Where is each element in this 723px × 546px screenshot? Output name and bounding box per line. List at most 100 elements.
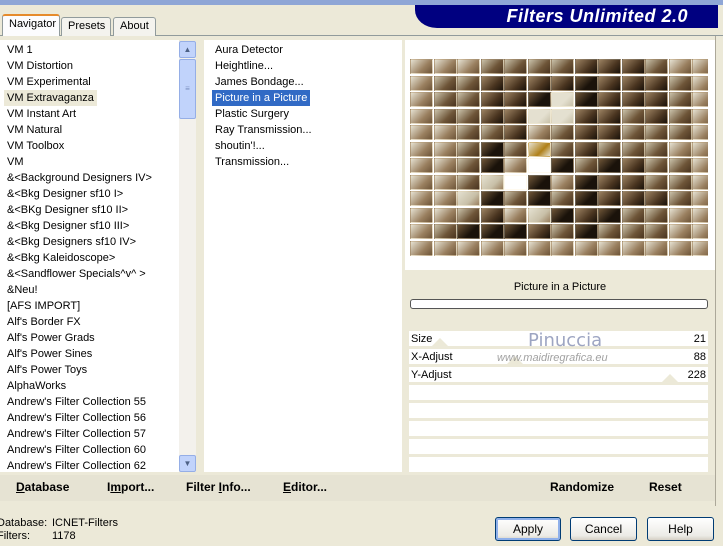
filter-item[interactable]: Aura Detector (212, 42, 286, 58)
filter-item[interactable]: Heightline... (212, 58, 276, 74)
preview-tile (480, 224, 504, 239)
preview-tile (645, 125, 668, 140)
slider-thumb[interactable] (662, 374, 679, 382)
preview-tile (621, 108, 645, 124)
preview-tile (410, 92, 433, 107)
tab-presets[interactable]: Presets (61, 17, 111, 36)
category-item[interactable]: Alf's Border FX (4, 314, 84, 330)
category-item[interactable]: Alf's Power Toys (4, 362, 90, 378)
scroll-down-icon[interactable]: ▼ (179, 455, 196, 472)
category-item[interactable]: &<Background Designers IV> (4, 170, 155, 186)
preview-tile (621, 224, 645, 239)
filters-count-value: 1178 (52, 530, 76, 542)
category-item[interactable]: &<Bkg Designer sf10 III> (4, 218, 132, 234)
slider-value: 228 (687, 369, 706, 381)
preview-tile (504, 59, 527, 74)
randomize-button[interactable]: Randomize (550, 480, 614, 494)
preview-tile (645, 141, 668, 157)
preview-tile (551, 191, 574, 206)
category-item[interactable]: &<BKg Designer sf10 II> (4, 202, 131, 218)
import-button[interactable]: Import... (107, 480, 154, 494)
preview-tile (692, 158, 708, 173)
preview-tile (645, 224, 668, 239)
preview-tile (433, 59, 457, 74)
preview-tile (433, 92, 457, 107)
apply-button[interactable]: Apply (495, 517, 561, 541)
cancel-button[interactable]: Cancel (570, 517, 637, 541)
preview-tile (598, 92, 621, 107)
preview-tile (410, 174, 433, 190)
preview-tile (621, 191, 645, 206)
empty-slider-row (409, 439, 708, 456)
database-label: Database: (0, 517, 48, 529)
preview-tile (621, 92, 645, 107)
filter-item[interactable]: James Bondage... (212, 74, 307, 90)
preview-tile (551, 59, 574, 74)
category-item[interactable]: VM 1 (4, 42, 36, 58)
category-item[interactable]: Andrew's Filter Collection 56 (4, 410, 149, 426)
preview-tile (480, 108, 504, 124)
preview-tile (433, 158, 457, 173)
preview-tile (410, 158, 433, 173)
help-button[interactable]: Help (647, 517, 714, 541)
preview-tile (668, 59, 692, 74)
preview-tile (433, 75, 457, 91)
category-item[interactable]: [AFS IMPORT] (4, 298, 83, 314)
preview-tile (410, 207, 433, 223)
category-item[interactable]: Andrew's Filter Collection 55 (4, 394, 149, 410)
slider-thumb[interactable] (432, 338, 449, 346)
category-item[interactable]: &Neu! (4, 282, 41, 298)
database-value: ICNET-Filters (52, 517, 118, 529)
category-item[interactable]: VM (4, 154, 27, 170)
filter-list[interactable]: Aura Detector Heightline... James Bondage.… (204, 40, 402, 472)
category-item[interactable]: VM Extravaganza (4, 90, 97, 106)
filter-item[interactable]: Ray Transmission... (212, 122, 315, 138)
tab-about[interactable]: About (113, 17, 156, 36)
preview-tile (621, 240, 645, 256)
category-scrollbar[interactable]: ▲ ≡ ▼ (179, 41, 196, 472)
category-item[interactable]: Andrew's Filter Collection 57 (4, 426, 149, 442)
category-item[interactable]: &<Bkg Kaleidoscope> (4, 250, 118, 266)
category-item[interactable]: Alf's Power Sines (4, 346, 95, 362)
filter-item[interactable]: Plastic Surgery (212, 106, 292, 122)
category-item[interactable]: Alf's Power Grads (4, 330, 98, 346)
category-list[interactable]: VM 1 VM Distortion VM Experimental VM Extra… (0, 40, 179, 472)
filter-item[interactable]: Picture in a Picture (212, 90, 311, 106)
filter-name-label: Picture in a Picture (513, 281, 607, 293)
category-item[interactable]: VM Distortion (4, 58, 76, 74)
database-button[interactable]: Database (16, 480, 69, 494)
preview-tile (504, 207, 527, 223)
category-item[interactable]: Andrew's Filter Collection 62 (4, 458, 149, 474)
filter-item[interactable]: Transmission... (212, 154, 292, 170)
preview-tile (410, 75, 433, 91)
preview-tile (433, 224, 457, 239)
filter-item[interactable]: shoutin'!... (212, 138, 268, 154)
category-item[interactable]: &<Bkg Designer sf10 I> (4, 186, 126, 202)
preview-tile (668, 75, 692, 91)
category-item[interactable]: Andrew's Filter Collection 60 (4, 442, 149, 458)
category-item[interactable]: &<Sandflower Specials^v^ > (4, 266, 149, 282)
preview-tile (480, 207, 504, 223)
preview-tile (692, 92, 708, 107)
scroll-up-icon[interactable]: ▲ (179, 41, 196, 58)
editor-button[interactable]: Editor... (283, 480, 327, 494)
tab-navigator[interactable]: Navigator (2, 14, 60, 36)
category-item[interactable]: VM Toolbox (4, 138, 67, 154)
preview-tile (457, 59, 480, 74)
reset-button[interactable]: Reset (649, 480, 682, 494)
preview-tile (410, 108, 433, 124)
category-item[interactable]: AlphaWorks (4, 378, 69, 394)
empty-slider-row (409, 457, 708, 474)
category-item[interactable]: &<Bkg Designers sf10 IV> (4, 234, 139, 250)
slider-y-adjust[interactable]: Y-Adjust 228 (409, 367, 708, 384)
preview-tile (598, 240, 621, 256)
filter-info-button[interactable]: Filter Info... (186, 480, 251, 494)
category-item[interactable]: VM Instant Art (4, 106, 79, 122)
category-item[interactable]: VM Natural (4, 122, 65, 138)
preview-tile (598, 158, 621, 173)
preview-tile (621, 125, 645, 140)
scrollbar-thumb[interactable]: ≡ (179, 59, 196, 119)
category-item[interactable]: VM Experimental (4, 74, 94, 90)
preview-tile (457, 125, 480, 140)
slider-label: Y-Adjust (411, 369, 452, 381)
